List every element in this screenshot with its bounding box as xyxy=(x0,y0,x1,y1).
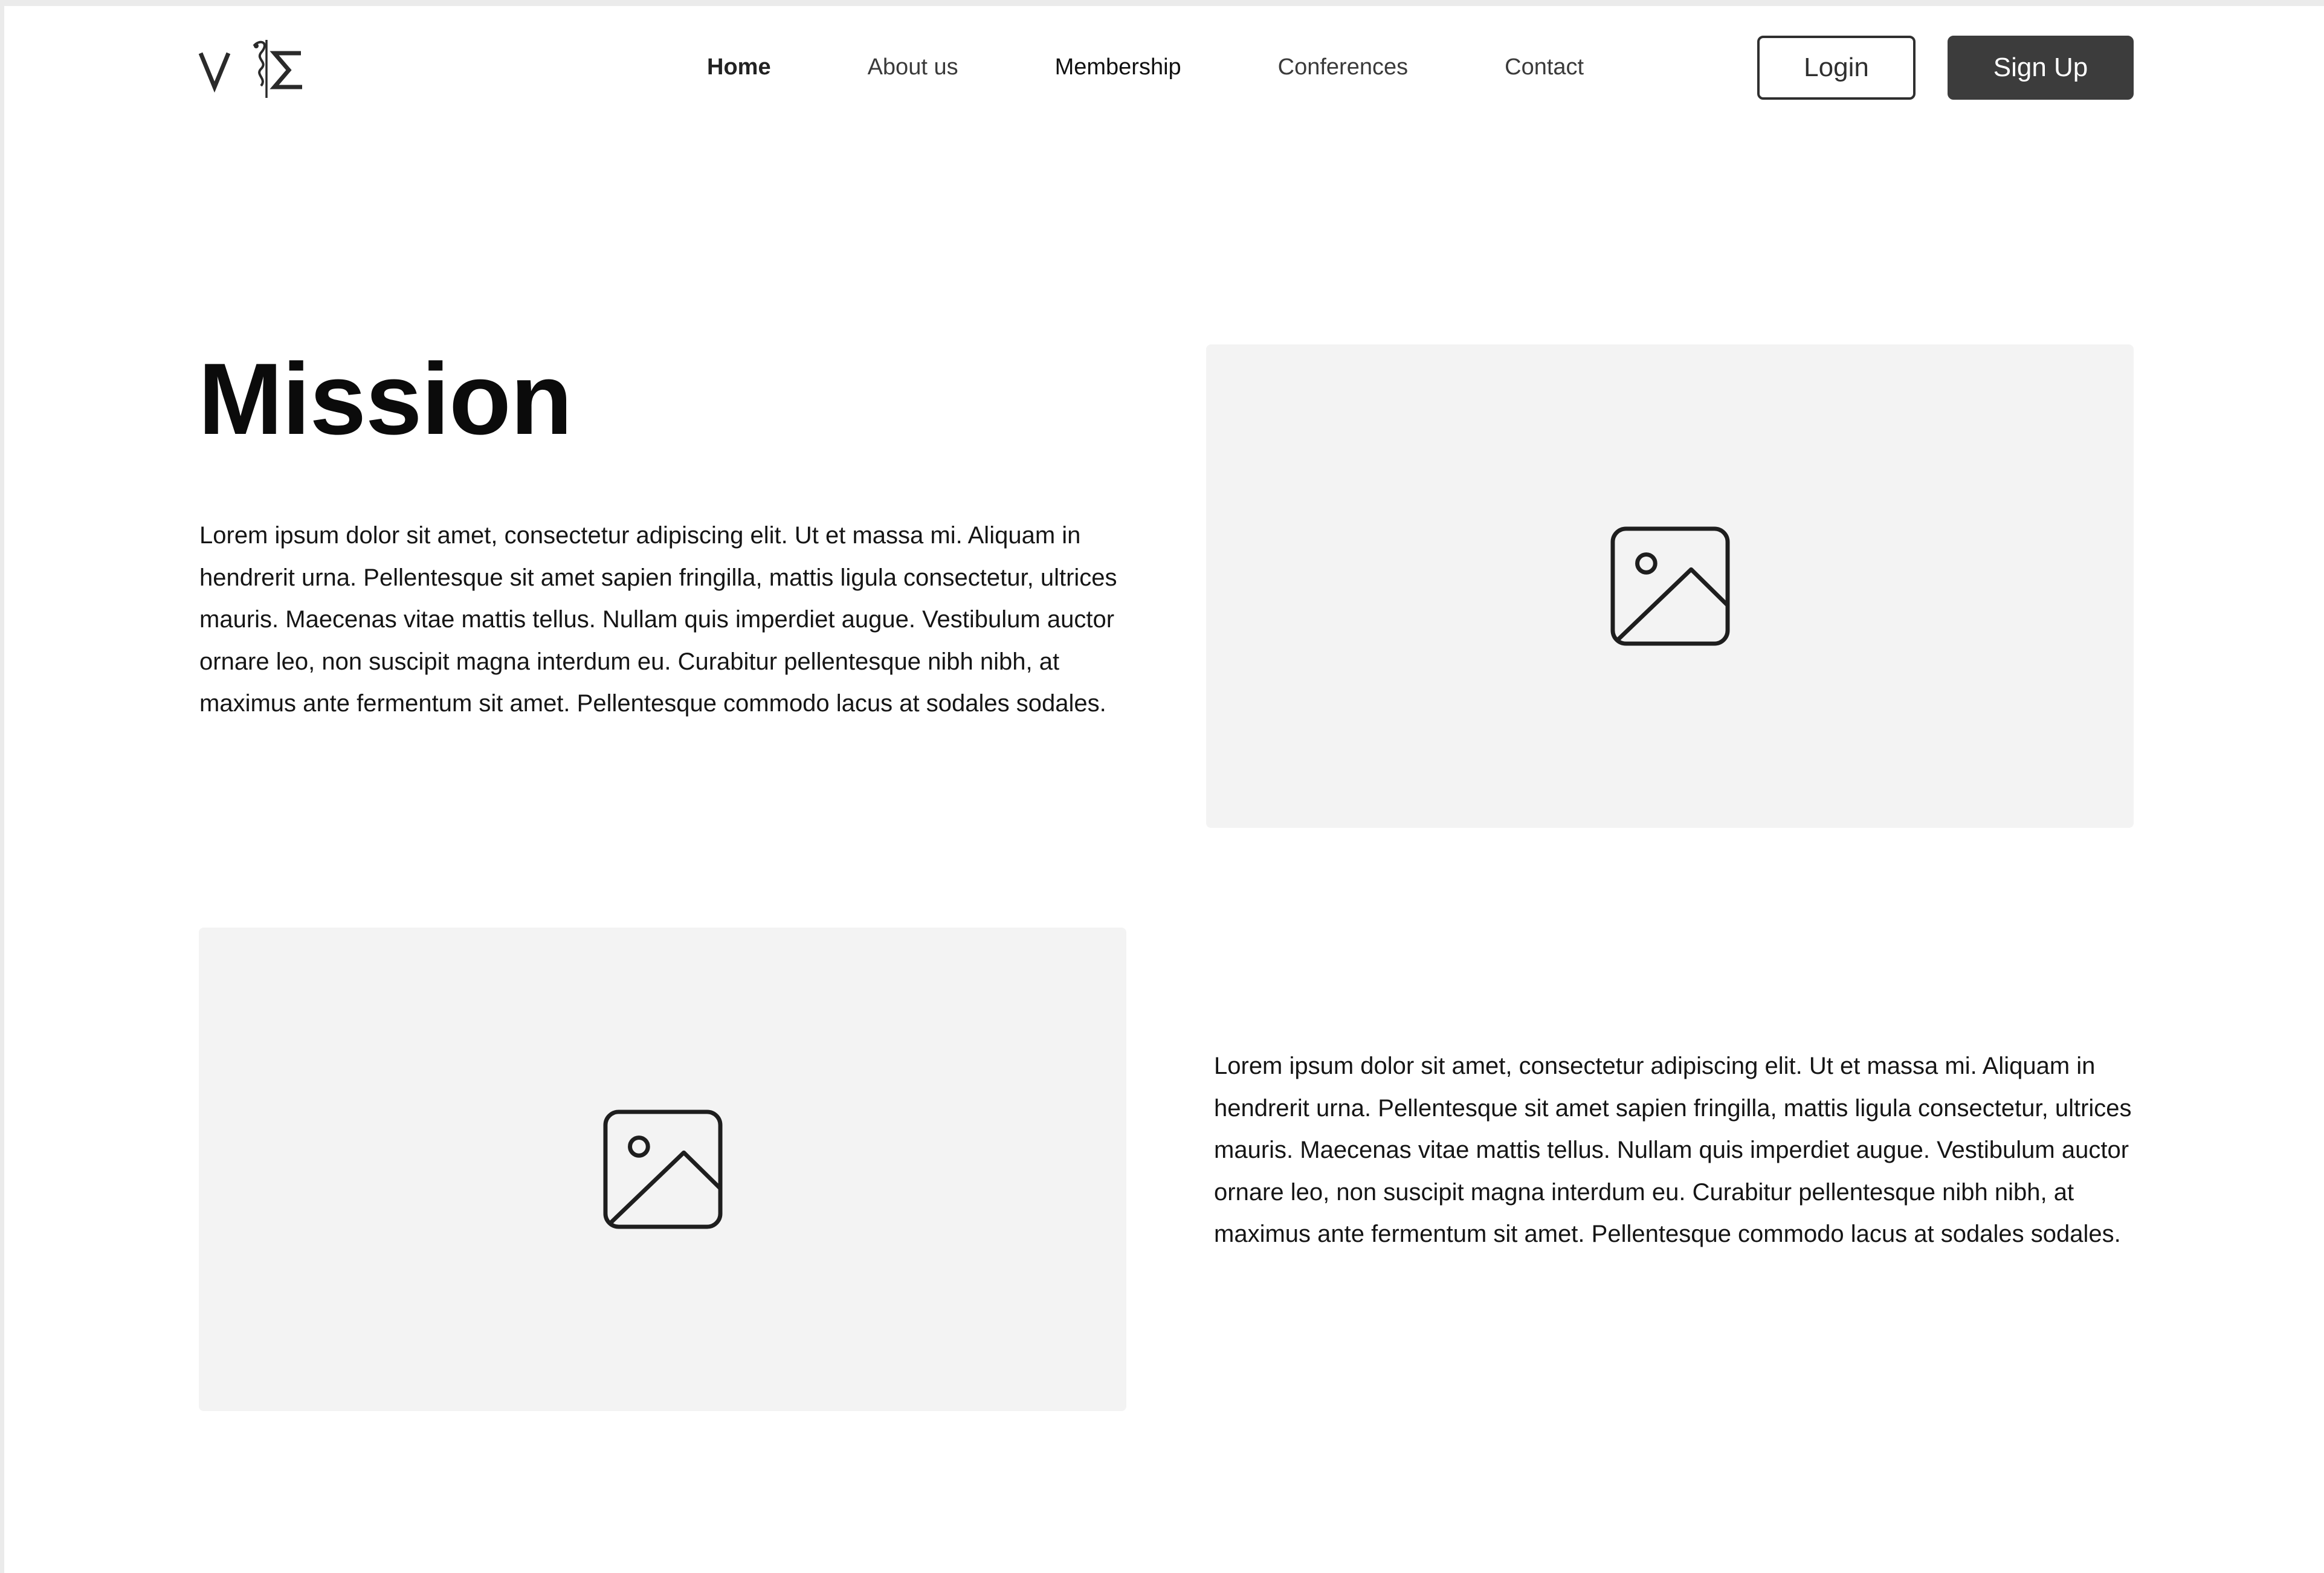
nav-contact[interactable]: Contact xyxy=(1505,54,1584,80)
nav-home[interactable]: Home xyxy=(707,54,771,80)
nav-conferences[interactable]: Conferences xyxy=(1278,54,1408,80)
image-placeholder-1 xyxy=(1206,344,2134,828)
window-left-edge xyxy=(0,0,4,1573)
window-top-edge xyxy=(0,0,2324,6)
mission-paragraph-1: Lorem ipsum dolor sit amet, consectetur … xyxy=(199,522,1117,717)
site-header: Home About us Membership Conferences Con… xyxy=(0,6,2324,121)
nav-membership[interactable]: Membership xyxy=(1055,54,1181,80)
logo[interactable] xyxy=(198,35,304,102)
nav-about-us[interactable]: About us xyxy=(868,54,958,80)
page-title: Mission xyxy=(198,342,572,456)
sign-up-button[interactable]: Sign Up xyxy=(1948,36,2134,100)
main-nav: Home About us Membership Conferences Con… xyxy=(707,39,1584,95)
logo-icon xyxy=(198,40,302,98)
login-button[interactable]: Login xyxy=(1757,36,1916,100)
mission-paragraph-2: Lorem ipsum dolor sit amet, consectetur … xyxy=(1214,1053,2132,1247)
image-placeholder-2 xyxy=(199,928,1126,1411)
image-placeholder-icon xyxy=(1610,526,1730,646)
image-placeholder-icon xyxy=(602,1109,723,1229)
